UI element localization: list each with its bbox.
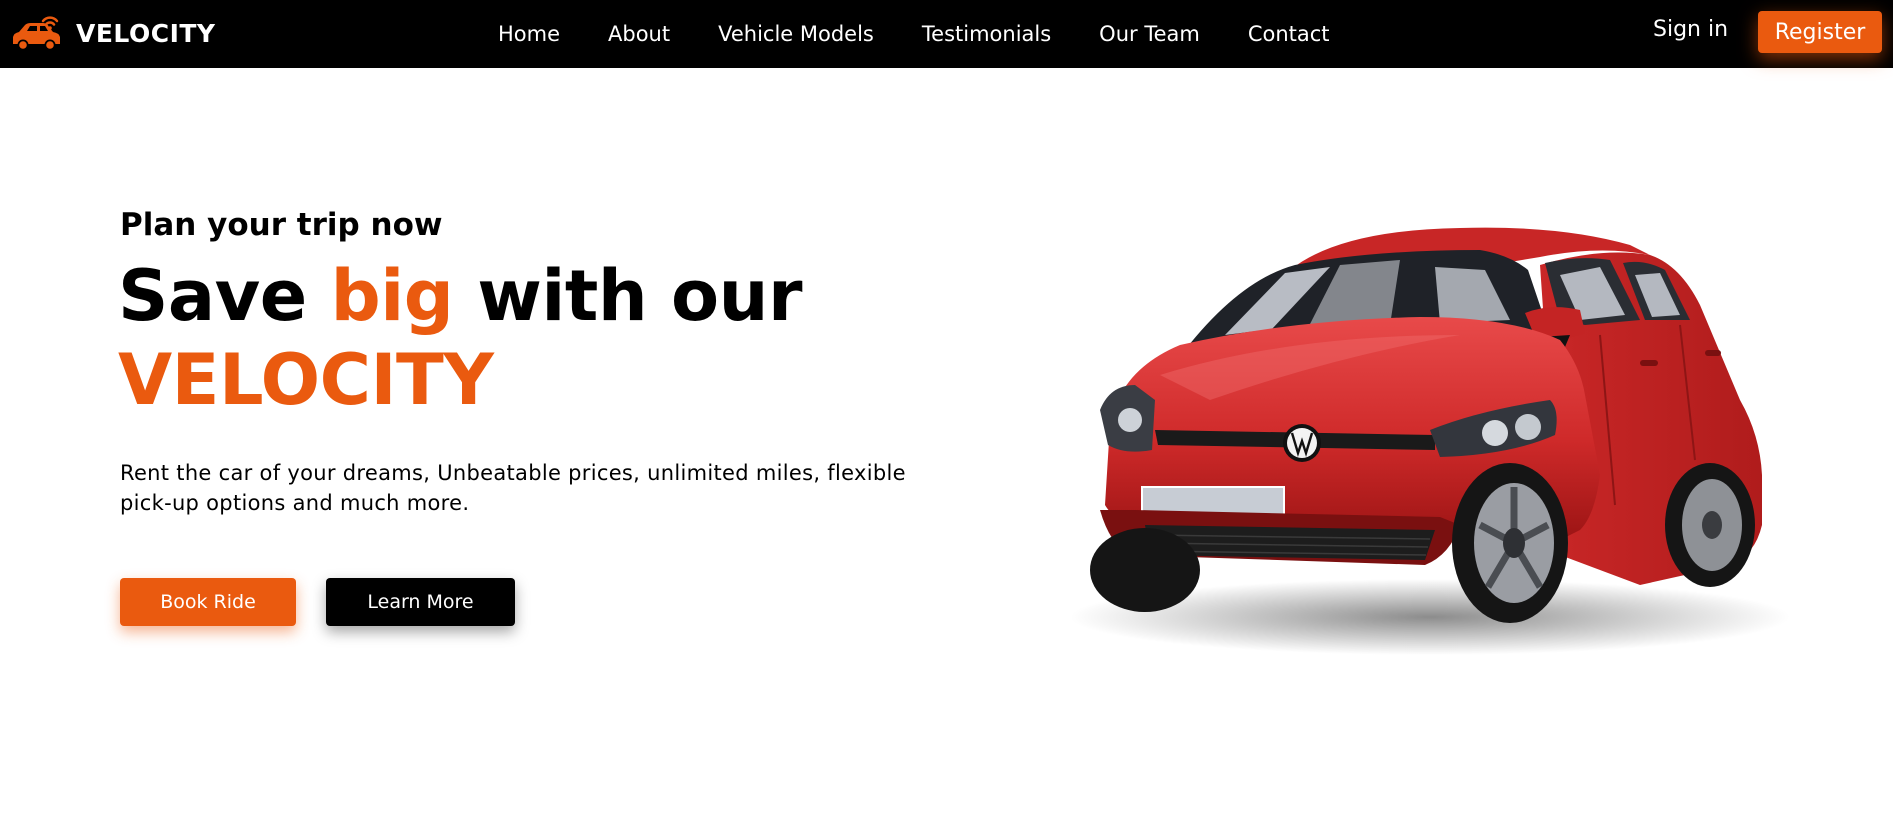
hero-car-image	[1070, 227, 1790, 655]
register-button[interactable]: Register	[1758, 11, 1882, 53]
learn-more-button[interactable]: Learn More	[326, 578, 515, 626]
nav-link-our-team[interactable]: Our Team	[1099, 22, 1200, 46]
hero-description: Rent the car of your dreams, Unbeatable …	[120, 461, 906, 515]
sign-in-link[interactable]: Sign in	[1653, 17, 1728, 42]
nav-link-about[interactable]: About	[608, 22, 670, 46]
hero-subtitle: Plan your trip now	[120, 207, 443, 243]
car-wifi-icon	[13, 16, 60, 51]
navbar: VELOCITY Home About Vehicle Models Testi…	[0, 0, 1893, 68]
main-nav: Home About Vehicle Models Testimonials O…	[498, 0, 1330, 68]
nav-link-home[interactable]: Home	[498, 22, 560, 46]
nav-link-vehicle-models[interactable]: Vehicle Models	[718, 22, 874, 46]
nav-link-contact[interactable]: Contact	[1248, 22, 1330, 46]
hero-title-part1: Save	[118, 255, 331, 337]
hero-title-accent: big	[330, 255, 454, 337]
hero-title: Save big with our VELOCITY	[118, 254, 803, 422]
nav-link-testimonials[interactable]: Testimonials	[922, 22, 1051, 46]
brand[interactable]: VELOCITY	[10, 12, 216, 54]
book-ride-button[interactable]: Book Ride	[120, 578, 296, 626]
brand-name: VELOCITY	[76, 18, 216, 48]
hero-title-brand: VELOCITY	[118, 339, 494, 421]
hero-title-part2: with our	[453, 255, 803, 337]
